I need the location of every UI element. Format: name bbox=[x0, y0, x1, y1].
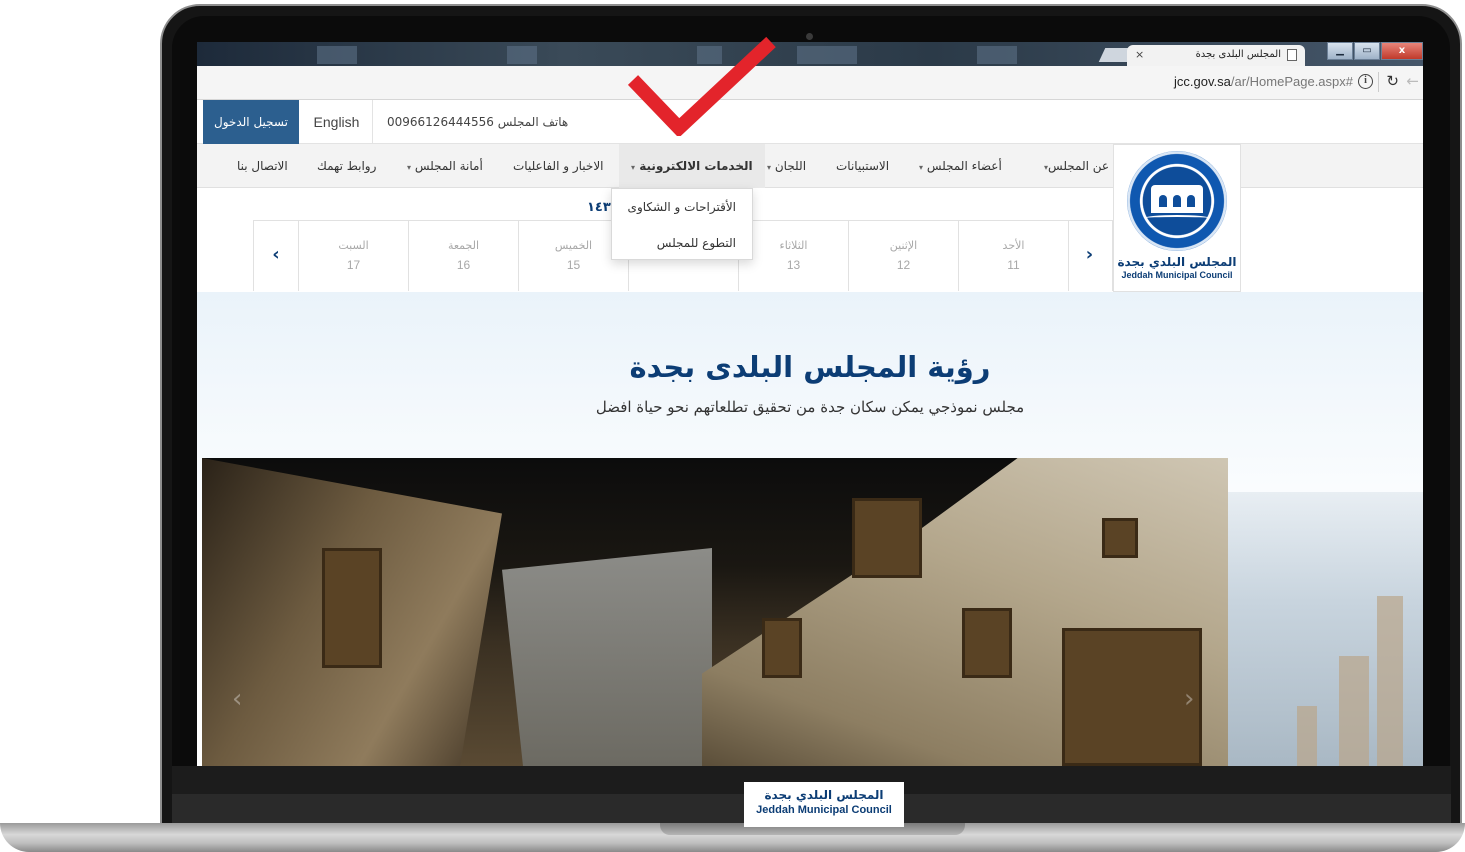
nav-news-label: الاخبار و الفاعليات bbox=[513, 159, 604, 173]
nav-committees[interactable]: اللجان ▾ bbox=[767, 144, 806, 188]
logo-text-en: Jeddah Municipal Council bbox=[1121, 270, 1233, 280]
menu-item-suggestions[interactable]: الأقتراحات و الشكاوى bbox=[612, 189, 752, 225]
nav-eservices-label: الخدمات الالكترونية bbox=[639, 159, 753, 173]
calendar-day[interactable]: الثلاثاء 13 bbox=[739, 221, 849, 291]
day-name: الأحد bbox=[1002, 239, 1025, 252]
day-date: 16 bbox=[456, 258, 471, 272]
slider-prev-button[interactable]: ‹ bbox=[232, 684, 242, 714]
council-emblem-icon bbox=[1127, 151, 1227, 251]
chevron-down-icon: ▾ bbox=[631, 163, 636, 172]
browser-screen: × المجلس البلدى بجدة ▁ ▭ x jcc.gov.sa/ar… bbox=[197, 42, 1423, 766]
calendar-day[interactable]: السبت 17 bbox=[299, 221, 409, 291]
url-field[interactable]: jcc.gov.sa/ar/HomePage.aspx# bbox=[1174, 74, 1353, 89]
window-controls: ▁ ▭ x bbox=[1326, 42, 1423, 62]
login-button[interactable]: تسجيل الدخول bbox=[203, 100, 299, 144]
tab-title: المجلس البلدى بجدة bbox=[1195, 49, 1281, 60]
nav-news[interactable]: الاخبار و الفاعليات bbox=[513, 144, 604, 188]
day-date: 17 bbox=[346, 258, 361, 272]
laptop-logo-ar: المجلس البلدي بجدة bbox=[764, 788, 884, 802]
calendar-next-button[interactable]: › bbox=[1067, 221, 1113, 291]
nav-contact[interactable]: الاتصال بنا bbox=[237, 144, 288, 188]
hero-slider-image: ‹ › bbox=[202, 458, 1228, 766]
chevron-down-icon: ▾ bbox=[767, 163, 772, 172]
hero-title: رؤية المجلس البلدى بجدة bbox=[629, 350, 991, 384]
day-name: الثلاثاء bbox=[779, 239, 808, 252]
chevron-right-icon: › bbox=[1085, 244, 1094, 265]
chevron-left-icon: ‹ bbox=[272, 244, 280, 265]
hero-subtitle: مجلس نموذجي يمكن سكان جدة من تحقيق تطلعا… bbox=[595, 398, 1025, 416]
logo-text-ar: المجلس البلدي بجدة bbox=[1117, 255, 1237, 269]
city-skyline-image bbox=[1227, 492, 1423, 766]
back-icon[interactable]: ← bbox=[1406, 72, 1419, 90]
window-close-button[interactable]: x bbox=[1381, 42, 1423, 60]
nav-eservices[interactable]: الخدمات الالكترونية ▾ bbox=[619, 144, 765, 188]
council-phone: هاتف المجلس 00966126444556 bbox=[387, 115, 569, 129]
nav-links-label: روابط تهمك bbox=[317, 159, 377, 173]
english-link[interactable]: English bbox=[301, 100, 373, 144]
calendar-day[interactable]: الأحد 11 bbox=[959, 221, 1069, 291]
nav-about[interactable]: عن المجلس▾ bbox=[1044, 144, 1109, 188]
slider-next-button[interactable]: › bbox=[1184, 684, 1194, 714]
laptop-mockup: المجلس البلدي بجدة Jeddah Municipal Coun… bbox=[0, 0, 1465, 852]
nav-contact-label: الاتصال بنا bbox=[237, 159, 288, 173]
calendar-prev-button[interactable]: ‹ bbox=[253, 221, 299, 291]
day-date: 13 bbox=[786, 258, 801, 272]
tab-bar: × المجلس البلدى بجدة ▁ ▭ x bbox=[197, 42, 1423, 66]
nav-surveys[interactable]: الاستبيانات bbox=[836, 144, 889, 188]
nav-secretariat[interactable]: أمانة المجلس ▾ bbox=[407, 144, 483, 188]
nav-links[interactable]: روابط تهمك bbox=[317, 144, 376, 188]
calendar-day[interactable]: الجمعة 16 bbox=[409, 221, 519, 291]
maximize-button[interactable]: ▭ bbox=[1354, 42, 1380, 60]
url-host: jcc.gov.sa bbox=[1174, 74, 1231, 89]
red-checkmark-icon bbox=[627, 36, 776, 136]
day-date: 12 bbox=[896, 258, 911, 272]
day-date: 11 bbox=[1007, 258, 1020, 272]
nav-members-label: أعضاء المجلس bbox=[926, 159, 1002, 173]
menu-item-volunteer[interactable]: التطوع للمجلس bbox=[612, 225, 752, 261]
day-name: الإثنين bbox=[889, 239, 918, 252]
url-path: /ar/HomePage.aspx# bbox=[1230, 74, 1353, 89]
nav-members[interactable]: أعضاء المجلس ▾ bbox=[919, 144, 1002, 188]
nav-surveys-label: الاستبيانات bbox=[836, 159, 890, 173]
nav-secretariat-label: أمانة المجلس bbox=[414, 159, 483, 173]
reload-icon[interactable]: ↻ bbox=[1386, 72, 1399, 90]
site-logo[interactable]: المجلس البلدي بجدة Jeddah Municipal Coun… bbox=[1113, 144, 1241, 292]
nav-about-label: عن المجلس bbox=[1048, 159, 1110, 173]
laptop-logo-badge: المجلس البلدي بجدة Jeddah Municipal Coun… bbox=[744, 782, 904, 827]
camera-icon bbox=[806, 33, 813, 40]
laptop-logo-en: Jeddah Municipal Council bbox=[756, 804, 892, 816]
day-name: السبت bbox=[338, 239, 369, 252]
address-bar: jcc.gov.sa/ar/HomePage.aspx# i ↻ ← bbox=[197, 66, 1423, 100]
eservices-dropdown-menu: الأقتراحات و الشكاوى التطوع للمجلس bbox=[611, 188, 753, 260]
hero-section: رؤية المجلس البلدى بجدة مجلس نموذجي يمكن… bbox=[197, 292, 1423, 766]
info-icon[interactable]: i bbox=[1358, 74, 1373, 89]
chevron-down-icon: ▾ bbox=[407, 163, 412, 172]
site-topbar: تسجيل الدخول English هاتف المجلس 0096612… bbox=[197, 100, 1423, 144]
browser-tab[interactable]: × المجلس البلدى بجدة bbox=[1127, 45, 1305, 66]
chevron-down-icon: ▾ bbox=[919, 163, 924, 172]
minimize-button[interactable]: ▁ bbox=[1327, 42, 1353, 60]
tab-close-icon[interactable]: × bbox=[1135, 48, 1144, 61]
page-icon bbox=[1287, 49, 1297, 61]
calendar-day[interactable]: الإثنين 12 bbox=[849, 221, 959, 291]
day-name: الجمعة bbox=[447, 239, 480, 252]
nav-committees-label: اللجان bbox=[774, 159, 807, 173]
